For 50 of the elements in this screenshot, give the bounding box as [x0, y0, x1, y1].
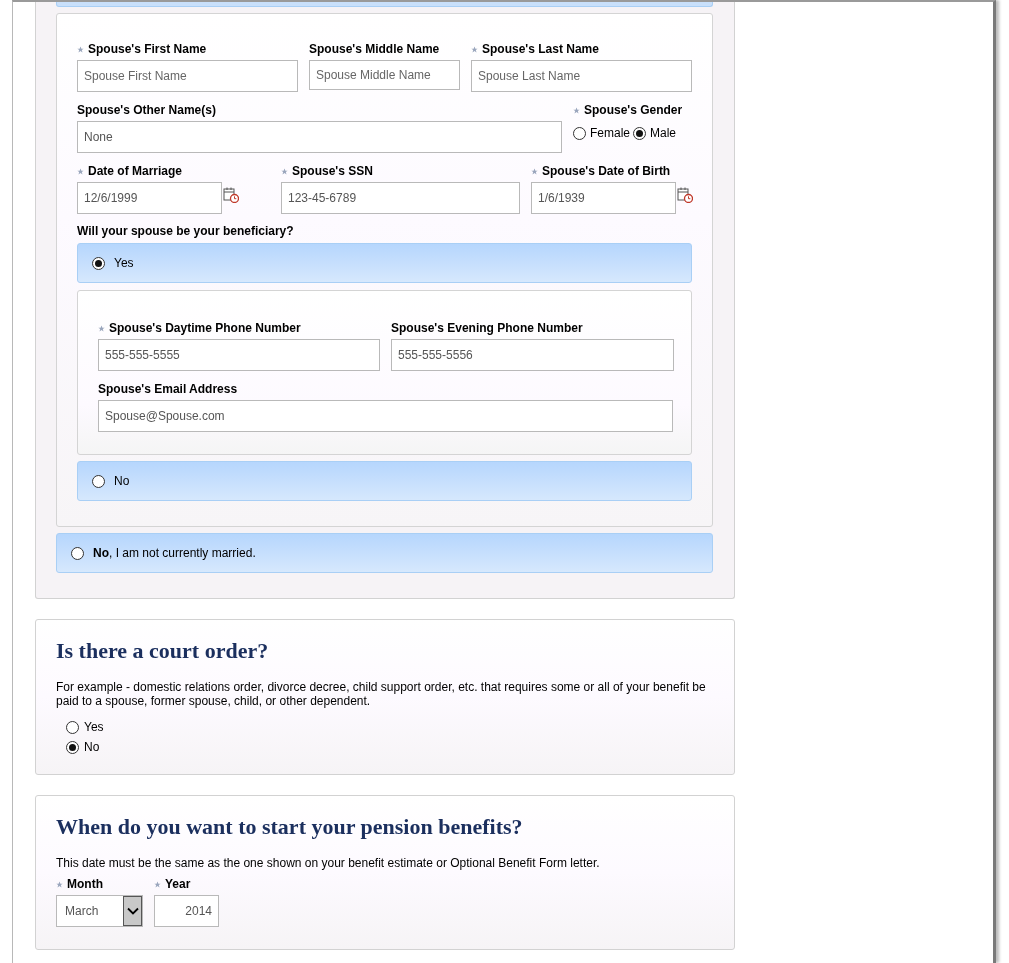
option-label: Yes: [84, 720, 104, 734]
radio-button[interactable]: [92, 256, 105, 270]
calendar-clock-icon[interactable]: [223, 187, 239, 203]
option-label: No: [84, 740, 100, 754]
field-label: Spouse's Date of Birth: [542, 164, 671, 178]
month-select[interactable]: March: [56, 895, 143, 927]
option-bar[interactable]: No: [77, 461, 692, 501]
calendar-clock-icon[interactable]: [677, 187, 693, 203]
field-label: Spouse's SSN: [292, 164, 373, 178]
option-label: Yes: [114, 256, 134, 270]
option-label: No, I am not currently married.: [93, 546, 256, 560]
radio-button[interactable]: [66, 740, 79, 754]
field-label: Spouse's Daytime Phone Number: [109, 321, 301, 335]
text-field[interactable]: 123-45-6789: [281, 182, 520, 214]
radio-button[interactable]: [633, 126, 646, 140]
field-label: Spouse's Other Name(s): [77, 103, 216, 117]
field-label: Spouse's Last Name: [482, 42, 599, 56]
text-field[interactable]: None: [77, 121, 562, 153]
radio-button[interactable]: [66, 720, 79, 734]
field-label: Spouse's Email Address: [98, 382, 238, 396]
radio-button[interactable]: [92, 474, 105, 488]
field-label: Date of Marriage: [88, 164, 183, 178]
chevron-down-icon: [126, 907, 139, 915]
section-title: When do you want to start your pension benefits?: [56, 814, 524, 840]
field-label: Month: [67, 877, 103, 891]
option-label: Male: [650, 126, 677, 140]
date-field[interactable]: 12/6/1999: [77, 182, 222, 214]
option-label: Female: [590, 126, 630, 140]
field-label: Year: [165, 877, 191, 891]
field-label: Spouse's First Name: [88, 42, 207, 56]
text-field[interactable]: Spouse Middle Name: [309, 60, 460, 90]
option-bar[interactable]: Yes: [77, 243, 692, 283]
option-bar[interactable]: No, I am not currently married.: [56, 533, 713, 573]
radio-button[interactable]: [71, 546, 84, 560]
question-label: Will your spouse be your beneficiary?: [77, 224, 295, 238]
text-field[interactable]: Spouse@Spouse.com: [98, 400, 673, 432]
text-field[interactable]: Spouse Last Name: [471, 60, 692, 92]
field-label: Spouse's Middle Name: [309, 42, 440, 56]
section-description: This date must be the same as the one shown on your benefit estimate or Optional Benefit Form letter.: [56, 856, 601, 870]
text-field[interactable]: 555-555-5556: [391, 339, 674, 371]
year-field[interactable]: 2014: [154, 895, 219, 927]
option-label: No: [114, 474, 130, 488]
section-description: For example - domestic relations order, divorce decree, child support order, etc. that requires some or all of your benefit be paid to a spouse, former spouse, child, or other dependent.: [56, 680, 707, 708]
text-field[interactable]: 555-555-5555: [98, 339, 380, 371]
field-label: Spouse's Evening Phone Number: [391, 321, 583, 335]
field-label: Spouse's Gender: [584, 103, 683, 117]
radio-button[interactable]: [573, 126, 586, 140]
text-field[interactable]: Spouse First Name: [77, 60, 298, 92]
date-field[interactable]: 1/6/1939: [531, 182, 676, 214]
section-title: Is there a court order?: [56, 638, 270, 664]
